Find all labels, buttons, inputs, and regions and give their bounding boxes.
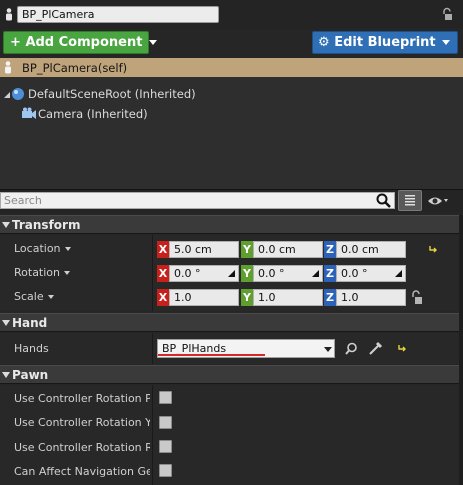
component-label-self: BP_PlCamera(self) — [22, 61, 128, 75]
category-pawn[interactable]: Pawn — [0, 365, 463, 384]
rotation-x-field[interactable]: 0.0 ° — [169, 265, 239, 282]
collapse-triangle-icon — [2, 372, 10, 378]
axis-x-label: X — [157, 265, 169, 282]
property-name: Location — [14, 242, 61, 255]
lock-scale-icon[interactable] — [410, 289, 424, 305]
lock-icon[interactable] — [440, 7, 454, 21]
use-controller-rotation-yaw-label: Use Controller Rotation Yaw — [14, 416, 150, 429]
rotation-z-field[interactable]: 0.0 ° — [336, 265, 406, 282]
chevron-down-icon — [324, 347, 332, 352]
axis-y-label: Y — [241, 265, 253, 282]
collapse-triangle-icon — [2, 222, 10, 228]
column-divider[interactable] — [152, 333, 153, 364]
edit-blueprint-button[interactable]: ⚙ Edit Blueprint — [312, 31, 458, 54]
rotation-y-field[interactable]: 0.0 ° — [253, 265, 323, 282]
use-controller-rotation-roll-label: Use Controller Rotation Roll — [14, 441, 150, 454]
location-y-field[interactable]: 0.0 cm — [253, 241, 323, 258]
list-view-button[interactable] — [398, 190, 422, 211]
location-z-field[interactable]: 0.0 cm — [336, 241, 406, 258]
use-controller-rotation-pitch-checkbox[interactable] — [159, 391, 172, 404]
component-tree — [0, 58, 463, 190]
category-transform[interactable]: Transform — [0, 215, 463, 234]
axis-x-label: X — [157, 289, 169, 306]
location-label[interactable]: Location — [14, 242, 71, 255]
chevron-down-icon — [64, 271, 71, 275]
spin-handle-icon[interactable] — [312, 270, 319, 277]
list-view-icon — [405, 195, 415, 206]
location-x-field[interactable]: 5.0 cm — [169, 241, 239, 258]
search-input[interactable]: Search — [0, 192, 395, 209]
column-divider[interactable] — [152, 385, 153, 485]
category-title: Hand — [12, 316, 48, 330]
blueprint-actor-icon — [5, 61, 11, 74]
column-divider[interactable] — [152, 235, 153, 311]
details-scrollbar[interactable] — [459, 215, 463, 485]
rotation-z-value: 0.0 ° — [341, 267, 368, 280]
can-affect-navigation-label: Can Affect Navigation Gene — [14, 465, 150, 478]
expand-triangle-icon[interactable] — [3, 91, 11, 99]
use-controller-rotation-roll-checkbox[interactable] — [159, 440, 172, 453]
blueprint-name-field[interactable]: BP_PlCamera — [17, 6, 219, 23]
component-label-default-scene-root[interactable]: DefaultSceneRoot (Inherited) — [28, 87, 196, 101]
reset-to-default-icon[interactable] — [398, 344, 407, 352]
axis-z-label: Z — [324, 265, 336, 282]
scale-z-field[interactable]: 1.0 — [336, 289, 406, 306]
collapse-triangle-icon — [2, 320, 10, 326]
category-title: Transform — [12, 218, 81, 232]
category-title: Pawn — [12, 368, 49, 382]
scale-x-field[interactable]: 1.0 — [169, 289, 239, 306]
axis-x-label: X — [157, 241, 169, 258]
component-label-camera[interactable]: Camera (Inherited) — [38, 107, 148, 121]
chevron-down-icon — [64, 247, 71, 251]
can-affect-navigation-checkbox[interactable] — [159, 464, 172, 477]
use-controller-rotation-yaw-checkbox[interactable] — [159, 416, 172, 429]
blueprint-gear-icon: ⚙ — [318, 35, 330, 50]
spin-handle-icon[interactable] — [228, 270, 235, 277]
rotation-y-value: 0.0 ° — [258, 267, 285, 280]
scene-root-icon — [12, 88, 24, 100]
add-component-label: Add Component — [25, 35, 143, 50]
axis-z-label: Z — [324, 241, 336, 258]
rotation-label[interactable]: Rotation — [14, 266, 71, 279]
add-component-button[interactable]: + Add Component — [3, 31, 157, 54]
axis-y-label: Y — [241, 289, 253, 306]
blueprint-actor-icon — [6, 8, 12, 21]
spin-handle-icon[interactable] — [395, 270, 402, 277]
chevron-down-icon — [442, 40, 451, 45]
reset-to-default-icon[interactable] — [429, 245, 438, 253]
find-in-browser-icon[interactable] — [345, 342, 358, 355]
category-hand[interactable]: Hand — [0, 313, 463, 332]
rotation-x-value: 0.0 ° — [174, 267, 201, 280]
axis-z-label: Z — [324, 289, 336, 306]
chevron-down-icon — [148, 40, 157, 45]
annotation-underline — [158, 354, 265, 356]
scale-label[interactable]: Scale — [14, 290, 54, 303]
chevron-down-icon — [47, 295, 54, 299]
scale-y-field[interactable]: 1.0 — [253, 289, 323, 306]
eyedropper-icon[interactable] — [369, 341, 383, 355]
use-controller-rotation-pitch-label: Use Controller Rotation Pitc — [14, 392, 150, 405]
property-name: Scale — [14, 290, 44, 303]
eye-visibility-icon[interactable] — [427, 194, 449, 208]
search-icon[interactable] — [376, 193, 391, 208]
property-name: Rotation — [14, 266, 61, 279]
camera-icon — [22, 107, 36, 119]
edit-blueprint-label: Edit Blueprint — [334, 35, 436, 50]
axis-y-label: Y — [241, 241, 253, 258]
hands-label: Hands — [14, 342, 49, 355]
plus-icon: + — [10, 35, 21, 50]
